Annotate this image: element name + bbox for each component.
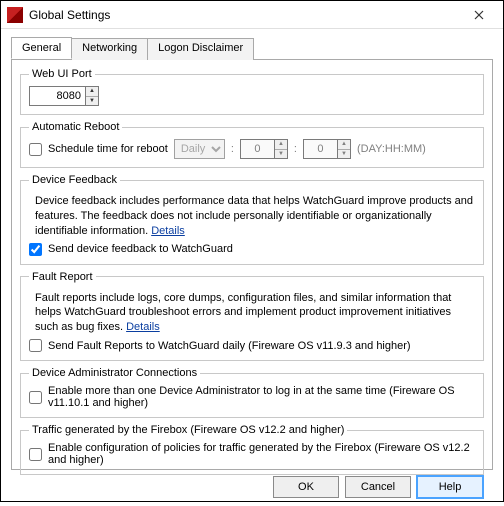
reboot-hour-spinner[interactable]: ▲▼ (240, 139, 288, 159)
group-admin-connections: Device Administrator Connections Enable … (20, 367, 484, 418)
send-feedback-checkbox-wrap[interactable]: Send device feedback to WatchGuard (29, 243, 475, 256)
client-area: General Networking Logon Disclaimer Web … (1, 29, 503, 506)
reboot-sep-1: : (231, 143, 234, 155)
web-ui-port-spinner[interactable]: ▲ ▼ (29, 86, 99, 106)
group-fault-report: Fault Report Fault reports include logs,… (20, 271, 484, 362)
enable-traffic-policies-checkbox[interactable] (29, 448, 42, 461)
send-fault-checkbox[interactable] (29, 339, 42, 352)
group-device-feedback: Device Feedback Device feedback includes… (20, 174, 484, 265)
fault-report-desc-text: Fault reports include logs, core dumps, … (35, 292, 451, 334)
device-feedback-desc: Device feedback includes performance dat… (35, 194, 475, 239)
send-feedback-checkbox[interactable] (29, 243, 42, 256)
reboot-sep-2: : (294, 143, 297, 155)
window-title: Global Settings (29, 8, 461, 22)
cancel-button[interactable]: Cancel (345, 476, 411, 498)
ok-button[interactable]: OK (273, 476, 339, 498)
reboot-suffix: (DAY:HH:MM) (357, 143, 426, 155)
chevron-up-icon[interactable]: ▲ (338, 140, 350, 150)
reboot-minute-input[interactable] (303, 139, 337, 159)
tab-networking[interactable]: Networking (71, 38, 148, 60)
group-traffic-firebox-legend: Traffic generated by the Firebox (Firewa… (29, 424, 347, 436)
titlebar: Global Settings (1, 1, 503, 29)
enable-multi-admin-label: Enable more than one Device Administrato… (48, 385, 475, 409)
schedule-reboot-label: Schedule time for reboot (48, 143, 168, 155)
tabstrip: General Networking Logon Disclaimer (11, 37, 493, 60)
help-button[interactable]: Help (417, 476, 483, 498)
dialog-buttons: OK Cancel Help (11, 470, 493, 506)
group-web-ui-port: Web UI Port ▲ ▼ (20, 68, 484, 115)
group-automatic-reboot-legend: Automatic Reboot (29, 121, 122, 133)
reboot-frequency-select[interactable]: Daily (174, 139, 225, 159)
schedule-reboot-checkbox-wrap[interactable]: Schedule time for reboot (29, 143, 168, 156)
chevron-down-icon[interactable]: ▼ (86, 97, 98, 106)
chevron-up-icon[interactable]: ▲ (86, 87, 98, 97)
reboot-hour-input[interactable] (240, 139, 274, 159)
enable-multi-admin-checkbox-wrap[interactable]: Enable more than one Device Administrato… (29, 385, 475, 409)
tab-general[interactable]: General (11, 37, 72, 59)
tab-panel-general: Web UI Port ▲ ▼ Automatic Reboot Schedul… (11, 60, 493, 470)
send-fault-label: Send Fault Reports to WatchGuard daily (… (48, 340, 411, 352)
app-icon (7, 7, 23, 23)
group-web-ui-port-legend: Web UI Port (29, 68, 95, 80)
close-button[interactable] (461, 4, 497, 26)
tab-logon-disclaimer[interactable]: Logon Disclaimer (147, 38, 254, 60)
device-feedback-desc-text: Device feedback includes performance dat… (35, 195, 473, 237)
group-admin-connections-legend: Device Administrator Connections (29, 367, 200, 379)
chevron-down-icon[interactable]: ▼ (275, 150, 287, 159)
group-traffic-firebox: Traffic generated by the Firebox (Firewa… (20, 424, 484, 475)
web-ui-port-input[interactable] (29, 86, 85, 106)
group-automatic-reboot: Automatic Reboot Schedule time for reboo… (20, 121, 484, 168)
close-icon (474, 10, 484, 20)
reboot-minute-spinner[interactable]: ▲▼ (303, 139, 351, 159)
device-feedback-details-link[interactable]: Details (151, 225, 185, 237)
fault-report-details-link[interactable]: Details (126, 321, 160, 333)
group-device-feedback-legend: Device Feedback (29, 174, 120, 186)
enable-multi-admin-checkbox[interactable] (29, 391, 42, 404)
enable-traffic-policies-checkbox-wrap[interactable]: Enable configuration of policies for tra… (29, 442, 475, 466)
web-ui-port-spin-buttons[interactable]: ▲ ▼ (85, 86, 99, 106)
group-fault-report-legend: Fault Report (29, 271, 96, 283)
chevron-down-icon[interactable]: ▼ (338, 150, 350, 159)
schedule-reboot-checkbox[interactable] (29, 143, 42, 156)
enable-traffic-policies-label: Enable configuration of policies for tra… (48, 442, 475, 466)
send-feedback-label: Send device feedback to WatchGuard (48, 243, 233, 255)
fault-report-desc: Fault reports include logs, core dumps, … (35, 291, 475, 336)
send-fault-checkbox-wrap[interactable]: Send Fault Reports to WatchGuard daily (… (29, 339, 475, 352)
chevron-up-icon[interactable]: ▲ (275, 140, 287, 150)
